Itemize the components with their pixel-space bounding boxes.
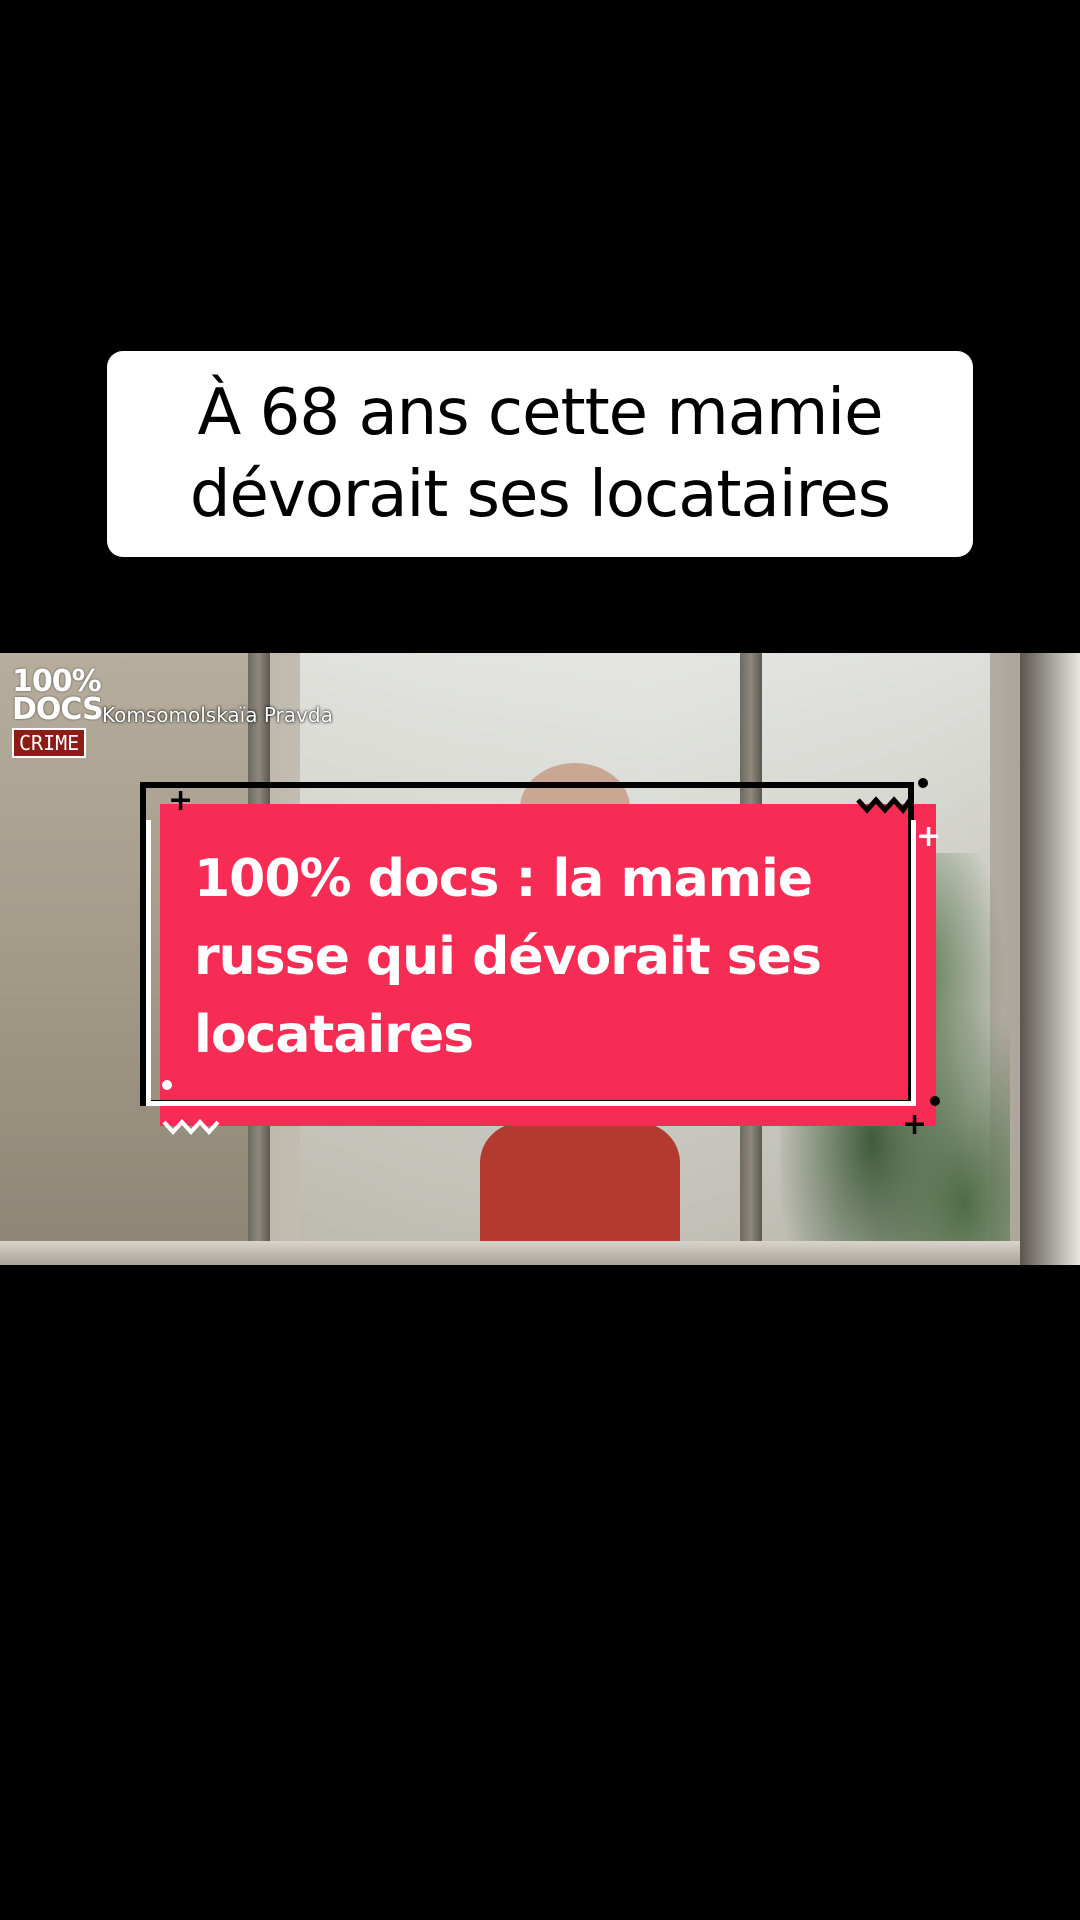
title-line-2: russe qui dévorait ses (194, 927, 822, 987)
top-caption-text: À 68 ans cette mamie dévorait ses locata… (189, 372, 891, 536)
logo-line-2: DOCS (12, 692, 104, 727)
plus-deco-icon: + (902, 1107, 928, 1142)
channel-logo: 100% DOCS CRIME (12, 667, 112, 758)
dot-deco-icon (930, 1096, 940, 1106)
caption-line-1: À 68 ans cette mamie (197, 376, 884, 450)
zigzag-deco-icon (162, 1119, 220, 1135)
top-caption: À 68 ans cette mamie dévorait ses locata… (107, 351, 973, 557)
video-window-sill (0, 1241, 1080, 1265)
title-line-3: locataires (194, 1005, 474, 1065)
caption-line-2: dévorait ses locataires (189, 458, 891, 532)
dot-deco-icon (162, 1080, 172, 1090)
video-right-edge (1020, 653, 1080, 1265)
zigzag-deco-icon (856, 796, 912, 814)
plus-deco-icon: + (168, 783, 194, 818)
dot-deco-icon (918, 778, 928, 788)
title-card-text: 100% docs : la mamie russe qui dévorait … (194, 840, 894, 1074)
title-line-1: 100% docs : la mamie (194, 849, 813, 909)
plus-deco-icon: + (916, 819, 942, 854)
logo-crime-badge: CRIME (12, 728, 87, 758)
source-credit: Komsomolskaïa Pravda (102, 703, 333, 727)
